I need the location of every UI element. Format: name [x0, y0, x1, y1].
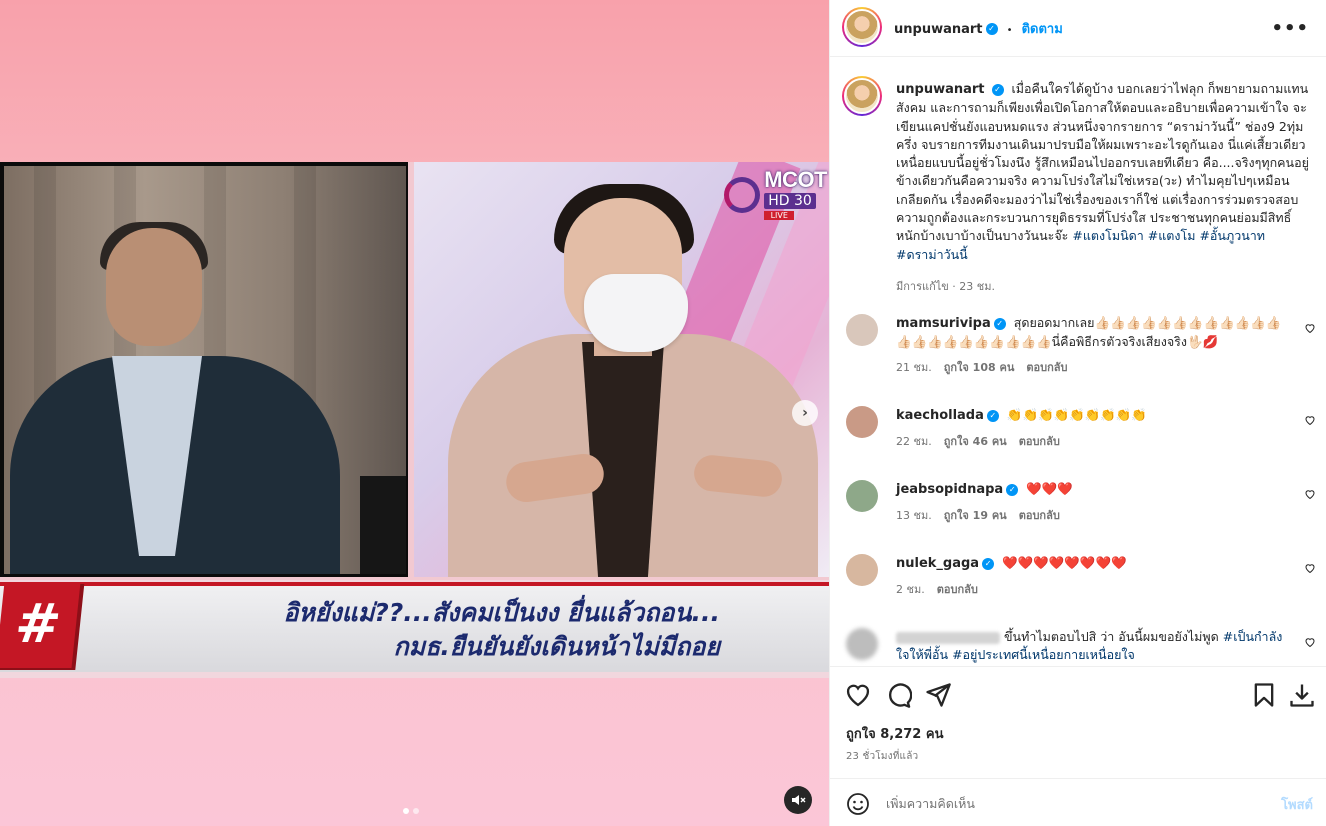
reply-button[interactable]: ตอบกลับ — [1026, 359, 1067, 377]
verified-badge-icon: ✓ — [1006, 483, 1019, 496]
comment-time[interactable]: 21 ชม. — [896, 359, 932, 377]
save-bookmark-icon[interactable] — [1250, 681, 1278, 709]
reply-button[interactable]: ตอบกลับ — [937, 581, 978, 599]
hashtag-logo: # — [0, 582, 81, 668]
mute-button[interactable] — [784, 786, 812, 814]
caption-username[interactable]: unpuwanart — [896, 82, 985, 97]
post-comment-button[interactable]: โพสต์ — [1281, 794, 1313, 815]
channel-sub: HD 30 — [764, 193, 816, 209]
channel-logo: MCOT HD 30 LIVE — [724, 167, 827, 220]
left-video-feed — [0, 162, 408, 577]
verified-badge-icon: ✓ — [993, 317, 1006, 330]
hashtag-link[interactable]: #อั้นภูวนาท — [1199, 228, 1265, 243]
like-comment-heart-icon[interactable] — [1304, 636, 1316, 648]
author-avatar[interactable] — [842, 7, 882, 47]
separator-dot: • — [1006, 25, 1013, 36]
comment-bubble-icon[interactable] — [884, 681, 912, 709]
carousel-next-button[interactable]: › — [792, 400, 818, 426]
comment-likes[interactable]: ถูกใจ 19 คน — [944, 507, 1007, 525]
comment-time[interactable]: 13 ชม. — [896, 507, 932, 525]
commenter-username[interactable]: nulek_gaga — [896, 556, 979, 571]
mcot-logo-icon — [724, 177, 761, 213]
comment-likes[interactable]: ถูกใจ 108 คน — [944, 359, 1015, 377]
verified-badge-icon: ✓ — [986, 409, 999, 422]
commenter-username[interactable]: kaechollada — [896, 408, 984, 423]
more-options-icon[interactable]: ••• — [1271, 18, 1309, 39]
hashtag-link[interactable]: #ดราม่าวันนี้ — [896, 247, 968, 262]
comment-likes[interactable]: ถูกใจ 46 คน — [944, 433, 1007, 451]
verified-badge-icon: ✓ — [991, 83, 1004, 96]
hashtag-link[interactable]: #แตงโม — [1148, 228, 1196, 243]
comment-time[interactable]: 22 ชม. — [896, 433, 932, 451]
caption-avatar[interactable] — [842, 76, 882, 116]
live-tag: LIVE — [764, 211, 795, 220]
post-actions: ถูกใจ 8,272 คน 23 ชั่วโมงที่แล้ว — [830, 666, 1326, 770]
hashtag-link[interactable]: #แตงโมนิดา — [1072, 228, 1143, 243]
channel-logo-text: MCOT — [764, 167, 827, 192]
comment-input[interactable] — [886, 791, 1256, 815]
like-comment-heart-icon[interactable] — [1304, 414, 1316, 426]
commenter-username-blurred — [896, 631, 1000, 644]
verified-badge-icon: ✓ — [982, 557, 995, 570]
caption-text: เมื่อคืนใครได้ดูบ้าง บอกเลยว่าไฟลุก ก็พย… — [896, 81, 1309, 244]
emoji-icon[interactable] — [846, 792, 870, 816]
headline-line-2: กมธ.ยืนยันยังเดินหน้าไม่มีถอย — [393, 632, 720, 661]
comment-text: 👏👏👏👏👏👏👏👏👏 — [1006, 407, 1147, 422]
commenter-avatar[interactable] — [846, 406, 878, 438]
speaker-muted-icon — [792, 795, 806, 805]
headline: อิหยังแม่??...สังคมเป็นงง ยื่นแล้วถอน...… — [200, 596, 720, 664]
guest-image — [4, 166, 406, 574]
like-comment-heart-icon[interactable] — [1304, 562, 1316, 574]
face-mask — [584, 274, 688, 352]
share-send-icon[interactable] — [924, 681, 952, 709]
author-username[interactable]: unpuwanart — [894, 22, 983, 37]
post-side-panel: unpuwanart ✓ • ติดตาม ••• unpuwanart ✓ เมื… — [829, 0, 1326, 826]
news-banner: # อิหยังแม่??...สังคมเป็นงง ยื่นแล้วถอน.… — [0, 580, 829, 678]
comments-scroll[interactable]: unpuwanart ✓ เมื่อคืนใครได้ดูบ้าง บอกเลยว… — [830, 58, 1326, 666]
verified-badge-icon: ✓ — [985, 22, 998, 35]
reply-button[interactable]: ตอบกลับ — [1019, 507, 1060, 525]
like-comment-heart-icon[interactable] — [1304, 322, 1316, 334]
carousel-dot-active — [403, 808, 409, 814]
edited-label: มีการแก้ไข · 23 ชม. — [896, 279, 995, 293]
post-header: unpuwanart ✓ • ติดตาม ••• — [830, 0, 1326, 57]
like-comment-heart-icon[interactable] — [1304, 488, 1316, 500]
video-frame[interactable]: MCOT HD 30 LIVE # อิหยังแม่??...สังคมเป็… — [0, 162, 829, 678]
caption: unpuwanart ✓ เมื่อคืนใครได้ดูบ้าง บอกเลยว… — [896, 80, 1312, 296]
headline-line-1: อิหยังแม่??...สังคมเป็นงง ยื่นแล้วถอน... — [283, 598, 720, 627]
add-comment-bar: โพสต์ — [830, 778, 1326, 826]
download-icon[interactable] — [1288, 681, 1316, 709]
reply-button[interactable]: ตอบกลับ — [1019, 433, 1060, 451]
host-video-feed: MCOT HD 30 LIVE — [414, 162, 829, 577]
carousel-dots — [403, 808, 419, 814]
comment-text: ขึ้นทำไมตอบไปสิ ว่า อันนี้ผมขอยังไม่พูด — [1003, 629, 1219, 644]
carousel-dot — [413, 808, 419, 814]
media-pane[interactable]: MCOT HD 30 LIVE # อิหยังแม่??...สังคมเป็… — [0, 0, 829, 826]
post-time[interactable]: 23 ชั่วโมงที่แล้ว — [846, 749, 918, 764]
commenter-username[interactable]: mamsurivipa — [896, 316, 991, 331]
comment-text: ❤️❤️❤️❤️❤️❤️❤️❤️ — [1002, 555, 1127, 570]
comment-time[interactable]: 2 ชม. — [896, 581, 925, 599]
commenter-avatar[interactable] — [846, 480, 878, 512]
commenter-avatar[interactable] — [846, 554, 878, 586]
commenter-avatar[interactable] — [846, 314, 878, 346]
like-heart-icon[interactable] — [844, 681, 872, 709]
likes-count[interactable]: ถูกใจ 8,272 คน — [846, 723, 943, 744]
follow-button[interactable]: ติดตาม — [1022, 22, 1063, 37]
post-viewer: MCOT HD 30 LIVE # อิหยังแม่??...สังคมเป็… — [0, 0, 1326, 826]
commenter-username[interactable]: jeabsopidnapa — [896, 482, 1003, 497]
comment-text: ❤️❤️❤️ — [1026, 481, 1073, 496]
hashtag-link[interactable]: #อยู่ประเทศนี้เหนื่อยกายเหนื่อยใจ — [952, 647, 1135, 662]
